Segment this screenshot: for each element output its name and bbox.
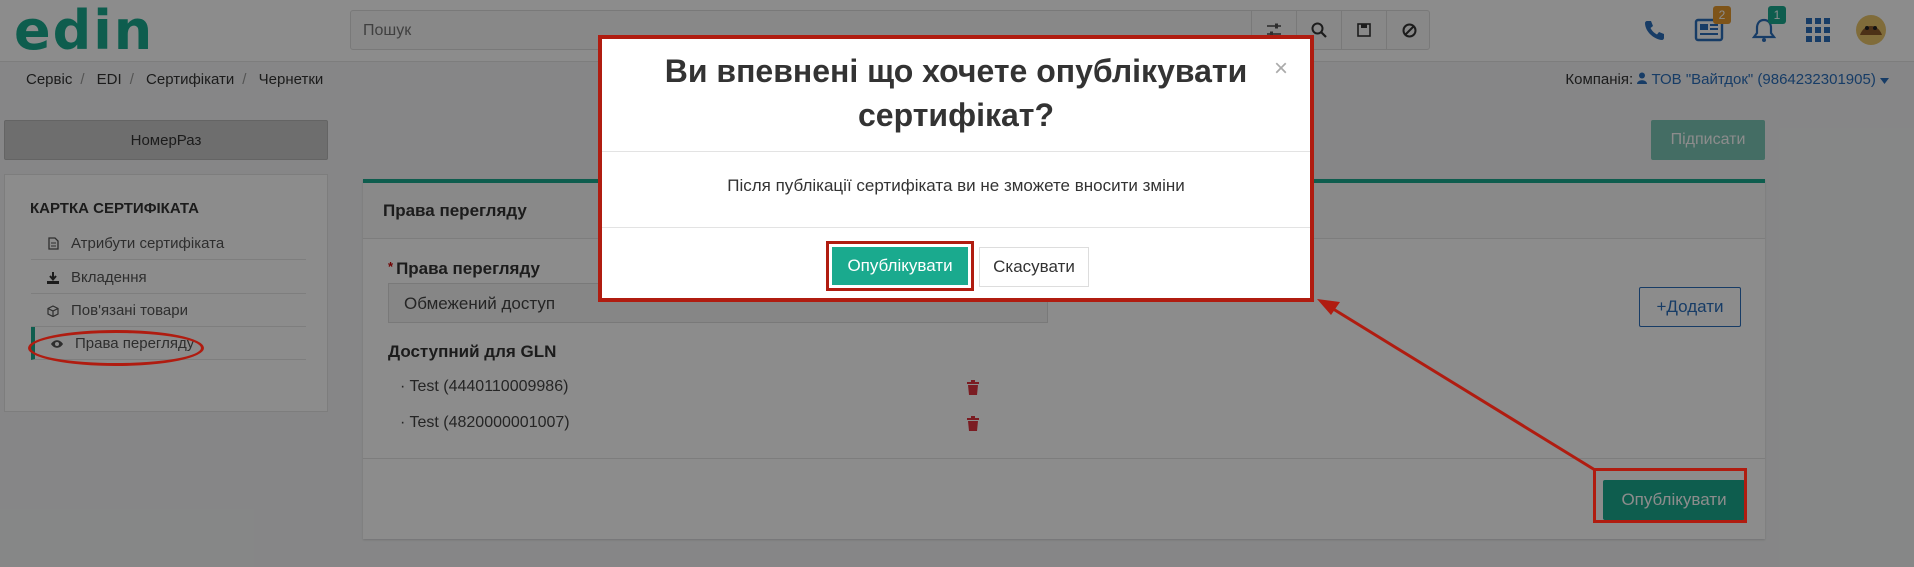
publish-confirm-dialog: Ви впевнені що хочете опублікувати серти…: [598, 35, 1314, 302]
dialog-title: Ви впевнені що хочете опублікувати серти…: [664, 53, 1248, 133]
dialog-divider: [602, 151, 1310, 152]
view-rights-highlight: [28, 330, 204, 366]
publish-button-highlight: [1593, 468, 1747, 523]
close-icon[interactable]: ×: [1274, 55, 1288, 83]
cancel-button[interactable]: Скасувати: [979, 247, 1089, 287]
dialog-message: Після публікації сертифіката ви не зможе…: [727, 176, 1185, 195]
confirm-publish-button[interactable]: Опублікувати: [832, 247, 968, 285]
dialog-divider: [602, 227, 1310, 228]
confirm-highlight: Опублікувати: [826, 241, 974, 291]
